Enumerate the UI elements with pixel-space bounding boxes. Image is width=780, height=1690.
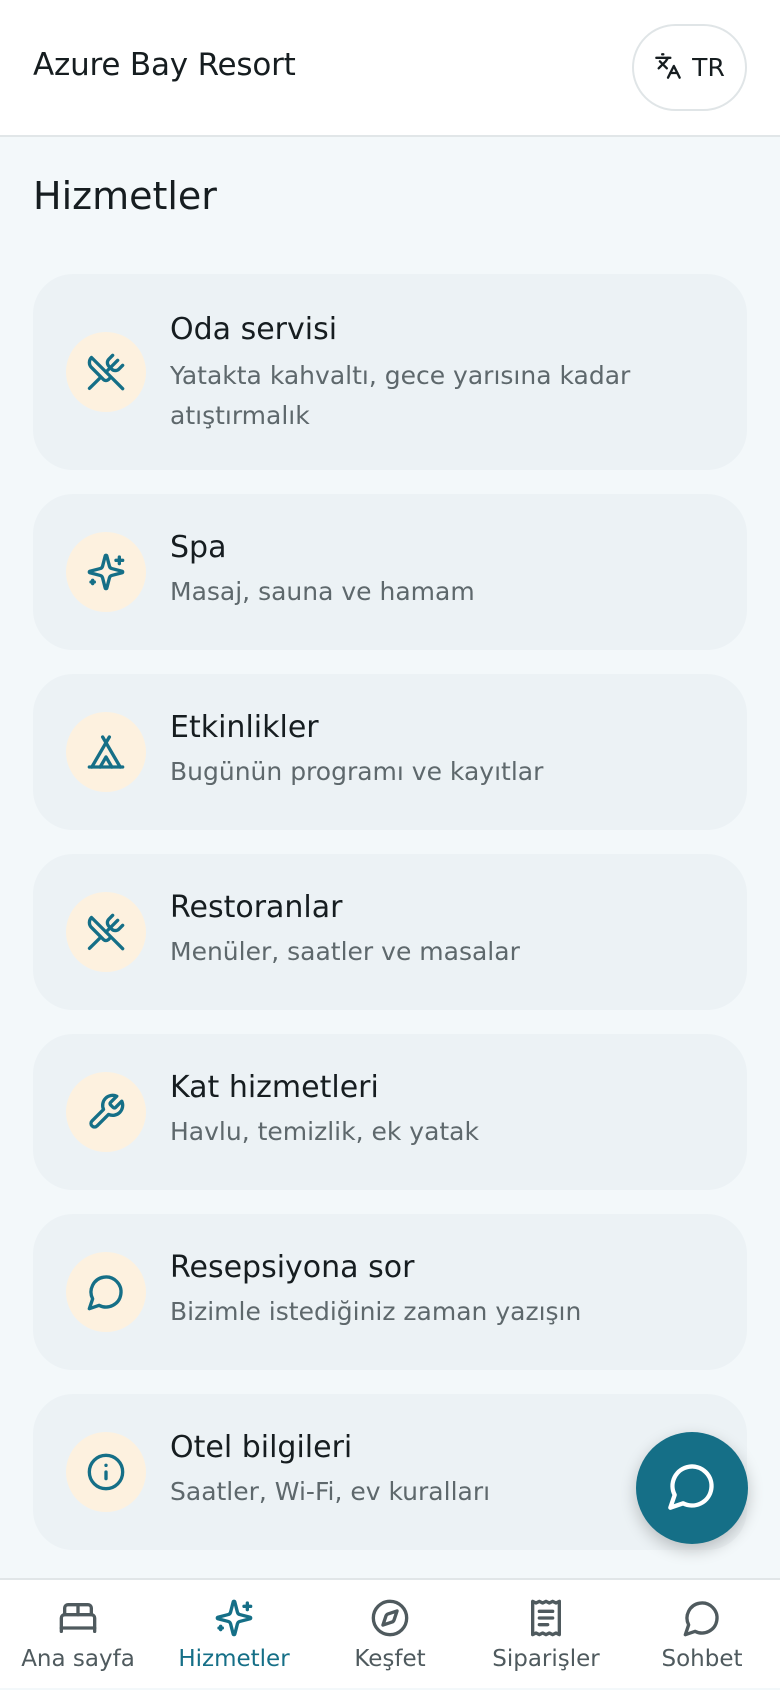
service-title: Etkinlikler: [170, 710, 319, 745]
service-subtitle: Bizimle istediğiniz zaman yazışın: [170, 1297, 582, 1326]
message-circle-icon: [683, 1601, 719, 1637]
tab-label: Hizmetler: [178, 1646, 290, 1672]
compass-icon: [371, 1599, 409, 1637]
service-subtitle: Bugünün programı ve kayıtlar: [170, 757, 544, 786]
tab-chat[interactable]: Sohbet: [624, 1580, 780, 1690]
tab-home[interactable]: Ana sayfa: [0, 1580, 156, 1690]
service-card-spa[interactable]: Spa Masaj, sauna ve hamam: [33, 494, 747, 650]
sparkles-icon: [66, 532, 146, 612]
utensils-crossed-icon: [66, 332, 146, 412]
tab-label: Ana sayfa: [21, 1646, 135, 1672]
tab-services[interactable]: Hizmetler: [156, 1580, 312, 1690]
language-label: TR: [692, 53, 725, 82]
service-card-activities[interactable]: Etkinlikler Bugünün programı ve kayıtlar: [33, 674, 747, 830]
service-card-housekeeping[interactable]: Kat hizmetleri Havlu, temizlik, ek yatak: [33, 1034, 747, 1190]
service-title: Oda servisi: [170, 312, 338, 347]
app-header: Azure Bay Resort TR: [0, 0, 780, 137]
service-subtitle: Saatler, Wi-Fi, ev kuralları: [170, 1477, 491, 1506]
bottom-tab-bar: Ana sayfa Hizmetler Keşfet Siparişler So…: [0, 1578, 780, 1688]
chat-fab-button[interactable]: [636, 1432, 748, 1544]
message-circle-icon: [66, 1252, 146, 1332]
tab-explore[interactable]: Keşfet: [312, 1580, 468, 1690]
app-title: Azure Bay Resort: [33, 47, 296, 83]
language-button[interactable]: TR: [632, 24, 747, 111]
tab-label: Siparişler: [492, 1646, 600, 1672]
tab-label: Sohbet: [661, 1646, 743, 1672]
sparkles-icon: [215, 1599, 253, 1637]
service-card-room-service[interactable]: Oda servisi Yatakta kahvaltı, gece yarıs…: [33, 274, 747, 470]
service-title: Resepsiyona sor: [170, 1250, 415, 1285]
tab-orders[interactable]: Siparişler: [468, 1580, 624, 1690]
utensils-crossed-icon: [66, 892, 146, 972]
service-title: Kat hizmetleri: [170, 1070, 379, 1105]
tab-label: Keşfet: [354, 1646, 426, 1672]
receipt-icon: [531, 1599, 561, 1637]
service-title: Restoranlar: [170, 890, 343, 925]
service-title: Spa: [170, 530, 227, 565]
wrench-icon: [66, 1072, 146, 1152]
info-icon: [66, 1432, 146, 1512]
service-subtitle: Havlu, temizlik, ek yatak: [170, 1117, 479, 1146]
service-subtitle: Menüler, saatler ve masalar: [170, 937, 520, 966]
bed-icon: [59, 1603, 97, 1633]
service-card-ask-reception[interactable]: Resepsiyona sor Bizimle istediğiniz zama…: [33, 1214, 747, 1370]
page-title: Hizmetler: [33, 174, 217, 218]
service-subtitle: Yatakta kahvaltı, gece yarısına kadar at…: [170, 361, 631, 430]
service-title: Otel bilgileri: [170, 1430, 353, 1465]
chat-bubble-icon: [666, 1460, 718, 1516]
service-card-restaurants[interactable]: Restoranlar Menüler, saatler ve masalar: [33, 854, 747, 1010]
translate-icon: [654, 52, 682, 84]
service-subtitle: Masaj, sauna ve hamam: [170, 577, 475, 606]
tent-icon: [66, 712, 146, 792]
